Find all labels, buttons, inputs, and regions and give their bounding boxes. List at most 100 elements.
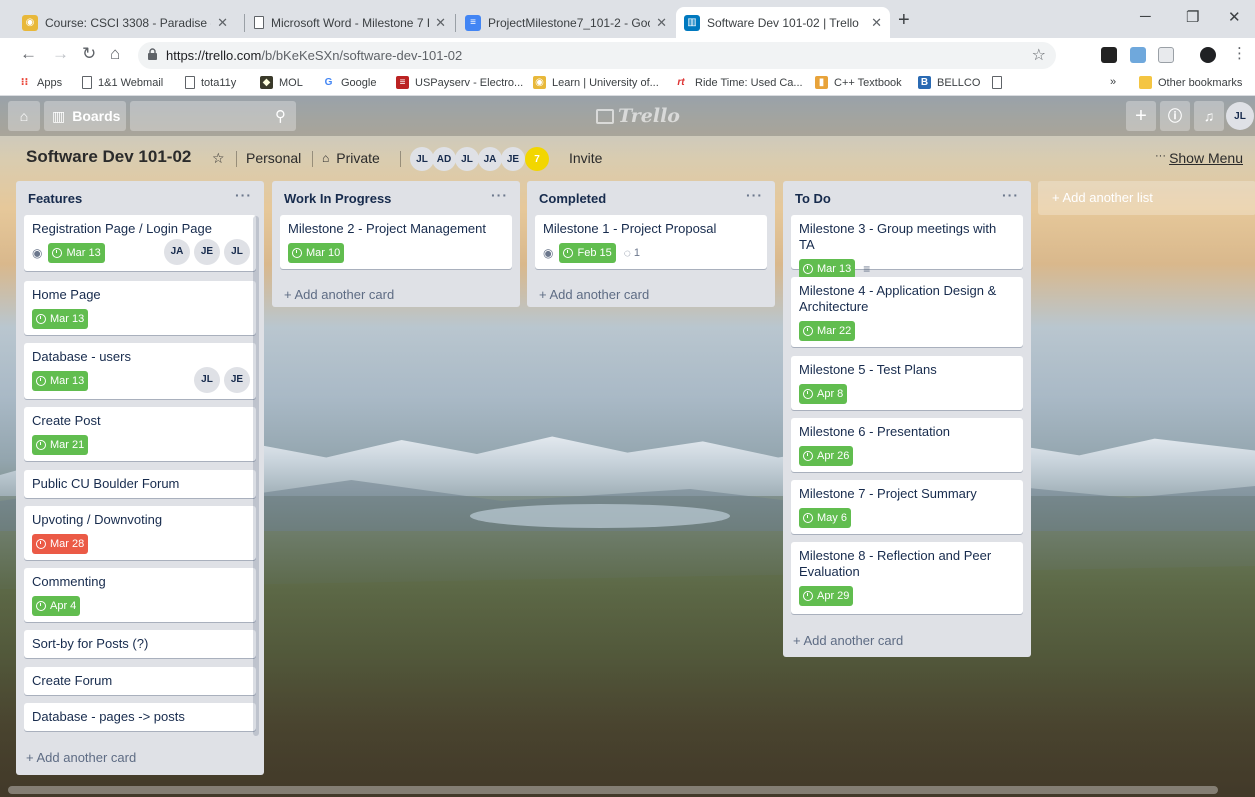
create-button[interactable]: + bbox=[1126, 101, 1156, 131]
list-menu-icon[interactable]: ··· bbox=[1002, 187, 1019, 203]
bookmark-tota11y[interactable]: tota11y bbox=[185, 76, 236, 89]
card-member-avatar[interactable]: JE bbox=[194, 239, 220, 265]
window-close-icon[interactable]: ✕ bbox=[1228, 8, 1241, 26]
bookmark-other[interactable]: Other bookmarks bbox=[1139, 76, 1242, 89]
card[interactable]: Commenting Apr 4 bbox=[24, 568, 256, 622]
member-avatar[interactable]: JE bbox=[501, 147, 525, 171]
trello-icon: ▥ bbox=[684, 14, 700, 31]
home-icon[interactable]: ⌂ bbox=[110, 44, 120, 64]
search-input[interactable]: ⚲ bbox=[130, 101, 296, 131]
card[interactable]: Public CU Boulder Forum bbox=[24, 470, 256, 498]
card-member-avatar[interactable]: JL bbox=[194, 367, 220, 393]
list-header[interactable]: To Do ··· bbox=[783, 181, 1031, 215]
card[interactable]: Milestone 4 - Application Design & Archi… bbox=[791, 277, 1023, 347]
add-card-button[interactable]: + Add another card bbox=[26, 750, 136, 765]
list-menu-icon[interactable]: ··· bbox=[746, 187, 763, 203]
add-card-button[interactable]: + Add another card bbox=[539, 287, 649, 302]
bookmark-uspayserv[interactable]: ≡ USPayserv - Electro... bbox=[396, 76, 523, 89]
card[interactable]: Upvoting / Downvoting Mar 28 bbox=[24, 506, 256, 560]
bookmark-google[interactable]: G Google bbox=[322, 76, 377, 89]
card-member-avatar[interactable]: JE bbox=[224, 367, 250, 393]
trello-board-page: ⌂ ▥ Boards ⚲ Trello + ⓘ ♫ JL Software Dev… bbox=[0, 96, 1255, 797]
card[interactable]: Registration Page / Login Page ◉ Mar 13 J… bbox=[24, 215, 256, 271]
camera-extension-icon[interactable] bbox=[1130, 47, 1146, 63]
close-icon[interactable]: ✕ bbox=[435, 15, 446, 31]
address-bar[interactable]: https://trello.com/b/bKeKeSXn/software-d… bbox=[138, 42, 1056, 69]
card-title: Create Post bbox=[32, 413, 101, 428]
board-horizontal-scrollbar[interactable] bbox=[8, 786, 1218, 794]
page-extension-icon[interactable] bbox=[1158, 47, 1174, 63]
browser-tab-word[interactable]: Microsoft Word - Milestone 7 Re ✕ bbox=[246, 7, 454, 38]
bookmark-apps[interactable]: ⁝⁝ Apps bbox=[18, 76, 62, 89]
visibility-button[interactable]: ⌂ Private bbox=[322, 150, 380, 166]
card[interactable]: Create Post Mar 21 bbox=[24, 407, 256, 461]
forward-icon[interactable]: → bbox=[52, 44, 69, 64]
card-member-avatar[interactable]: JL bbox=[224, 239, 250, 265]
card[interactable]: Milestone 8 - Reflection and Peer Evalua… bbox=[791, 542, 1023, 614]
close-icon[interactable]: ✕ bbox=[656, 15, 667, 31]
member-avatar[interactable]: JA bbox=[478, 147, 502, 171]
team-button[interactable]: Personal bbox=[246, 150, 301, 166]
list-header[interactable]: Completed ··· bbox=[527, 181, 775, 215]
back-icon[interactable]: ← bbox=[20, 44, 37, 64]
member-avatar[interactable]: AD bbox=[432, 147, 456, 171]
minimize-icon[interactable]: ─ bbox=[1140, 8, 1151, 25]
info-button[interactable]: ⓘ bbox=[1160, 101, 1190, 131]
boards-button[interactable]: ▥ Boards bbox=[44, 101, 126, 131]
card[interactable]: Milestone 7 - Project Summary May 6 bbox=[791, 480, 1023, 534]
board-title[interactable]: Software Dev 101-02 bbox=[26, 147, 191, 167]
list-menu-icon[interactable]: ··· bbox=[235, 187, 252, 203]
list-scrollbar[interactable] bbox=[253, 216, 259, 736]
card[interactable]: Milestone 6 - Presentation Apr 26 bbox=[791, 418, 1023, 472]
home-button[interactable]: ⌂ bbox=[8, 101, 40, 131]
new-tab-button[interactable]: + bbox=[898, 9, 910, 32]
bookmark-webmail[interactable]: 1&1 Webmail bbox=[82, 76, 163, 89]
add-card-button[interactable]: + Add another card bbox=[793, 633, 903, 648]
chrome-menu-icon[interactable]: ⋮ bbox=[1232, 44, 1247, 62]
extra-members-badge[interactable]: 7 bbox=[525, 147, 549, 171]
bookmark-label: Other bookmarks bbox=[1158, 76, 1243, 89]
add-list-button[interactable]: + Add another list bbox=[1038, 181, 1255, 215]
invite-button[interactable]: Invite bbox=[569, 150, 602, 166]
bell-icon: ♫ bbox=[1203, 108, 1215, 124]
bookmarks-overflow[interactable]: » bbox=[1110, 76, 1116, 88]
bookmark-ridetime[interactable]: rt Ride Time: Used Ca... bbox=[673, 76, 802, 89]
bookmark-cpp[interactable]: ▮ C++ Textbook bbox=[815, 76, 902, 89]
add-card-button[interactable]: + Add another card bbox=[284, 287, 394, 302]
user-avatar[interactable]: JL bbox=[1226, 102, 1254, 130]
card[interactable]: Milestone 5 - Test Plans Apr 8 bbox=[791, 356, 1023, 410]
bookmark-mol[interactable]: ◆ MOL bbox=[260, 76, 303, 89]
card[interactable]: Milestone 2 - Project Management Mar 10 bbox=[280, 215, 512, 269]
card[interactable]: Database - users Mar 13 JL JE bbox=[24, 343, 256, 399]
bookmark-star-icon[interactable]: ☆ bbox=[1032, 45, 1046, 65]
card[interactable]: Database - pages -> posts bbox=[24, 703, 256, 731]
close-icon[interactable]: ✕ bbox=[217, 15, 228, 31]
browser-tab-course[interactable]: ◉ Course: CSCI 3308 - Paradise - Sc ✕ bbox=[14, 7, 236, 38]
star-board-icon[interactable]: ☆ bbox=[212, 150, 225, 167]
bookmark-bellco[interactable]: B BELLCO bbox=[918, 76, 980, 89]
card[interactable]: Sort-by for Posts (?) bbox=[24, 630, 256, 658]
member-avatar[interactable]: JL bbox=[410, 147, 434, 171]
reload-icon[interactable]: ↻ bbox=[82, 44, 96, 64]
show-menu-link[interactable]: Show Menu bbox=[1169, 150, 1243, 166]
browser-tab-google-doc[interactable]: ≡ ProjectMilestone7_101-2 - Goog ✕ bbox=[457, 7, 675, 38]
card[interactable]: Home Page Mar 13 bbox=[24, 281, 256, 335]
card[interactable]: Milestone 3 - Group meetings with TA Mar… bbox=[791, 215, 1023, 279]
member-avatar[interactable]: JL bbox=[455, 147, 479, 171]
card-member-avatar[interactable]: JA bbox=[164, 239, 190, 265]
bookmark-blank[interactable] bbox=[992, 76, 1008, 89]
notifications-button[interactable]: ♫ bbox=[1194, 101, 1224, 131]
bookmark-learn[interactable]: ◉ Learn | University of... bbox=[533, 76, 659, 89]
restore-icon[interactable]: ❐ bbox=[1186, 8, 1199, 26]
list-menu-icon[interactable]: ··· bbox=[491, 187, 508, 203]
card[interactable]: Create Forum bbox=[24, 667, 256, 695]
card[interactable]: Milestone 1 - Project Proposal ◉ Feb 15 ◌ 1 bbox=[535, 215, 767, 269]
trello-logo[interactable]: Trello bbox=[596, 105, 680, 127]
close-icon[interactable]: ✕ bbox=[871, 15, 882, 31]
list-header[interactable]: Work In Progress ··· bbox=[272, 181, 520, 215]
extension-icon[interactable] bbox=[1101, 47, 1117, 63]
browser-tab-trello[interactable]: ▥ Software Dev 101-02 | Trello ✕ bbox=[676, 7, 890, 38]
bookmark-label: C++ Textbook bbox=[834, 76, 902, 89]
list-header[interactable]: Features ··· bbox=[16, 181, 264, 215]
profile-icon[interactable] bbox=[1200, 47, 1216, 63]
